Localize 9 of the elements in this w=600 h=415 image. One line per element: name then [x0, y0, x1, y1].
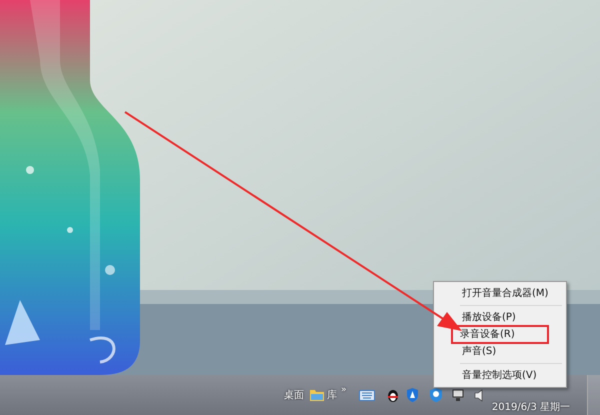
toolbar-label[interactable]: 库	[327, 388, 337, 402]
desktop-label[interactable]: 桌面	[284, 388, 304, 402]
date-label: 2019/6/3 星期一	[492, 400, 570, 414]
menu-item[interactable]: 打开音量合成器(M)	[436, 285, 564, 302]
chevron-button[interactable]: »	[341, 385, 347, 395]
menu-item[interactable]: 播放设备(P)	[436, 309, 564, 326]
menu-item[interactable]: 音量控制选项(V)	[436, 367, 564, 384]
menu-item[interactable]: 录音设备(R)	[452, 326, 548, 343]
menu-item[interactable]: 声音(S)	[436, 343, 564, 360]
